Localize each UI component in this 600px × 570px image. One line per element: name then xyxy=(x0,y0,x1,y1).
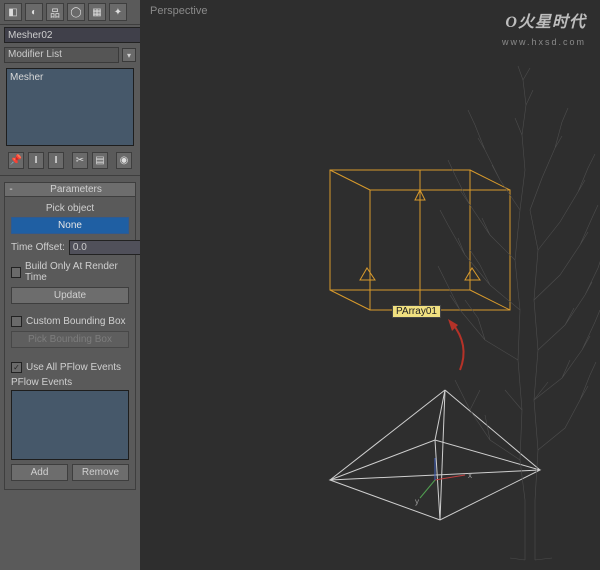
modify-tab-icon[interactable]: ◐ xyxy=(25,3,43,21)
command-panel-tabs[interactable]: ◧ ◐ 品 ◯ ▦ ✦ xyxy=(0,0,140,25)
use-pflow-label: Use All PFlow Events xyxy=(26,362,121,373)
chevron-down-icon[interactable]: ▾ xyxy=(122,48,136,62)
stack-item[interactable]: Mesher xyxy=(10,72,130,83)
watermark: O火星时代 www.hxsd.com xyxy=(502,8,586,50)
custom-bbox-label: Custom Bounding Box xyxy=(26,316,126,327)
modifier-list-dropdown[interactable]: Modifier List xyxy=(4,47,119,63)
create-tab-icon[interactable]: ◧ xyxy=(4,3,22,21)
minus-icon: - xyxy=(5,184,17,195)
make-unique-icon[interactable]: I xyxy=(48,152,64,169)
checkbox-checked-icon: ✓ xyxy=(11,362,22,373)
checkbox-icon xyxy=(11,267,21,278)
remove-button[interactable]: Remove xyxy=(72,464,129,481)
use-pflow-checkbox[interactable]: ✓ Use All PFlow Events xyxy=(11,362,129,373)
viewport-label: Perspective xyxy=(150,5,207,17)
pick-object-button[interactable]: None xyxy=(11,217,129,234)
motion-tab-icon[interactable]: ◯ xyxy=(67,3,85,21)
rollout-title: Parameters xyxy=(17,184,135,195)
pin-stack-icon[interactable]: 📌 xyxy=(8,152,24,169)
pick-object-label: Pick object xyxy=(11,203,129,214)
build-only-render-checkbox[interactable]: Build Only At Render Time xyxy=(11,261,129,283)
viewport[interactable]: Perspective O火星时代 www.hxsd.com PArray01 xyxy=(140,0,600,570)
object-name-input[interactable] xyxy=(4,27,144,43)
checkbox-icon xyxy=(11,316,22,327)
tree-wireframe xyxy=(430,60,600,570)
remove-modifier-icon[interactable]: ✂ xyxy=(72,152,88,169)
pflow-events-list[interactable] xyxy=(11,390,129,460)
parameters-rollout-header[interactable]: - Parameters xyxy=(4,182,136,197)
pflow-events-label: PFlow Events xyxy=(11,377,129,388)
custom-bbox-checkbox[interactable]: Custom Bounding Box xyxy=(11,316,129,327)
add-button[interactable]: Add xyxy=(11,464,68,481)
utilities-tab-icon[interactable]: ✦ xyxy=(109,3,127,21)
display-tab-icon[interactable]: ▦ xyxy=(88,3,106,21)
build-only-render-label: Build Only At Render Time xyxy=(25,261,129,283)
modifier-stack-list[interactable]: Mesher xyxy=(6,68,134,146)
show-end-result-icon[interactable]: I xyxy=(28,152,44,169)
hierarchy-tab-icon[interactable]: 品 xyxy=(46,3,64,21)
pick-bbox-button: Pick Bounding Box xyxy=(11,331,129,348)
configure-icon[interactable]: ◉ xyxy=(116,152,132,169)
svg-text:y: y xyxy=(415,497,419,506)
time-offset-label: Time Offset: xyxy=(11,242,65,253)
update-button[interactable]: Update xyxy=(11,287,129,304)
configure-sets-icon[interactable]: ▤ xyxy=(92,152,108,169)
